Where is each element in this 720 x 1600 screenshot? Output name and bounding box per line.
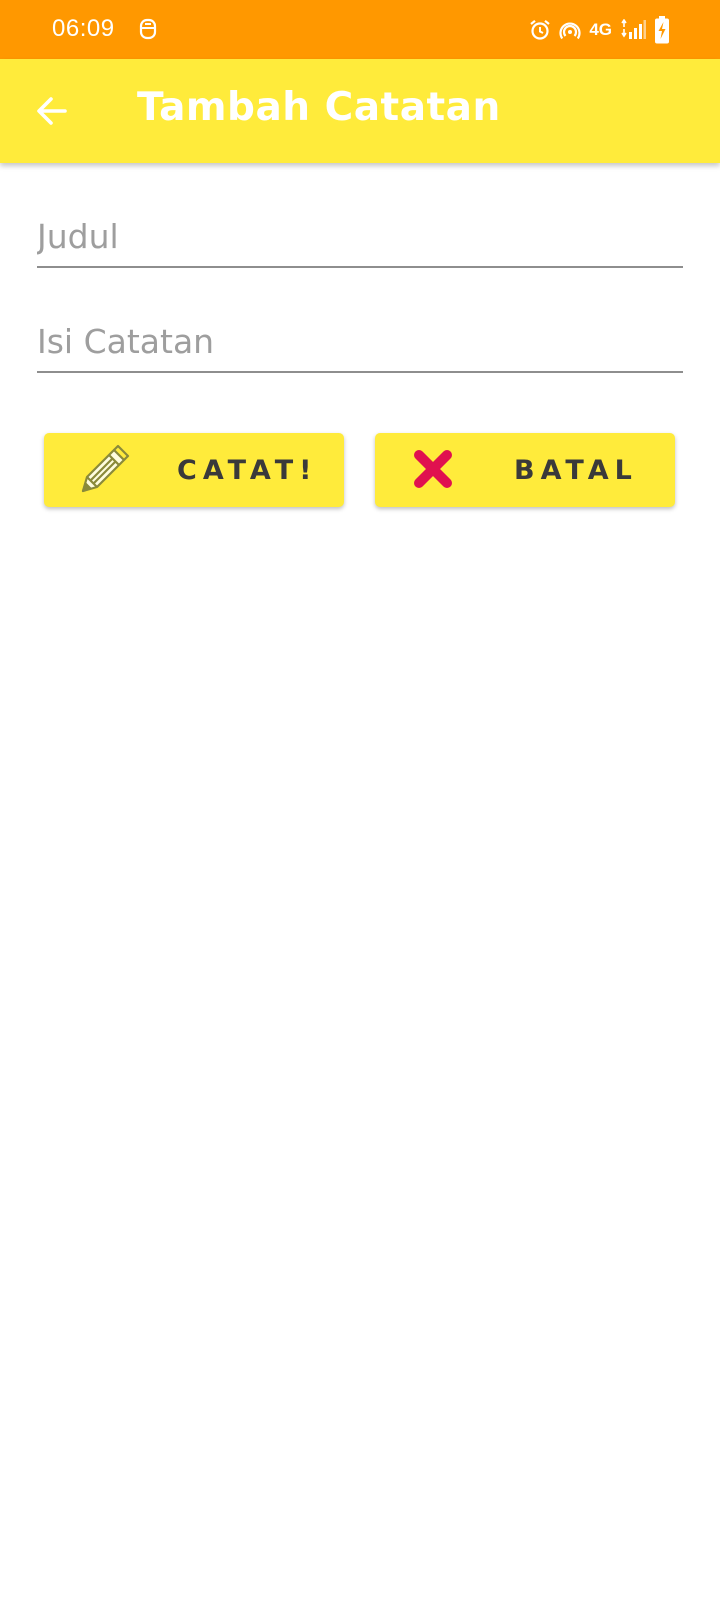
close-x-icon (414, 450, 452, 488)
network-type-label: 4G (589, 20, 612, 39)
content-input[interactable] (37, 311, 683, 371)
save-button[interactable]: CATAT! (44, 433, 344, 507)
title-field[interactable] (37, 206, 683, 268)
status-bar: 06:09 4G (0, 0, 720, 59)
content-field[interactable] (37, 311, 683, 373)
app-bar: Tambah Catatan (0, 59, 720, 163)
page-title: Tambah Catatan (137, 85, 501, 130)
hotspot-icon (559, 22, 581, 40)
cancel-button-label: BATAL (514, 455, 638, 486)
save-button-label: CATAT! (177, 455, 318, 486)
status-time: 06:09 (52, 15, 115, 42)
cancel-button[interactable]: BATAL (375, 433, 675, 507)
notification-icon (139, 18, 157, 40)
title-input[interactable] (37, 206, 683, 266)
signal-icon (621, 19, 646, 39)
back-button[interactable] (22, 81, 82, 141)
alarm-icon (530, 19, 550, 40)
pencil-icon (81, 444, 130, 493)
arrow-back-icon (37, 97, 67, 125)
status-icons: 4G (529, 16, 670, 44)
battery-charging-icon (655, 16, 669, 44)
